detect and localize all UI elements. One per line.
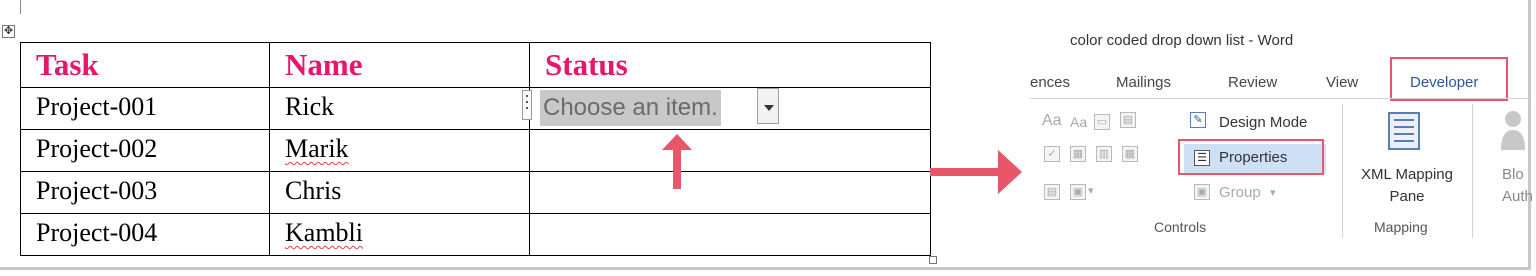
table-row: Project-002 Marik	[20, 129, 931, 172]
header-task: Task	[20, 42, 270, 88]
tab-mailings[interactable]: Mailings	[1116, 74, 1171, 91]
cell-name: Marik	[269, 129, 530, 172]
building-block-control-icon[interactable]: ▤	[1120, 112, 1136, 128]
combo-box-control-icon[interactable]: ▦	[1070, 146, 1086, 162]
dropdown-list-control-icon[interactable]: ▥	[1096, 146, 1112, 162]
ruler-mark	[20, 0, 21, 14]
block-authors-label-line1: Blo	[1502, 166, 1524, 183]
developer-tab-highlight	[1390, 57, 1508, 101]
xml-mapping-pane-button[interactable]: XML Mapping Pane	[1348, 164, 1466, 208]
design-mode-icon[interactable]: ✎	[1190, 112, 1206, 128]
controls-group-label: Controls	[1154, 219, 1207, 235]
tab-references[interactable]: ences	[1030, 74, 1070, 91]
tab-review[interactable]: Review	[1228, 74, 1277, 91]
plain-text-control-icon[interactable]: Aa	[1070, 114, 1087, 130]
cell-task: Project-002	[20, 129, 270, 172]
table-row: Project-004 Kambli	[20, 213, 931, 256]
repeating-section-icon[interactable]: ▣	[1070, 184, 1086, 200]
cell-status	[529, 129, 931, 172]
dropdown-placeholder[interactable]: Choose an item.	[540, 90, 721, 126]
xml-mapping-label-line1: XML Mapping	[1361, 166, 1453, 183]
misspelled-word: Kambli	[285, 218, 363, 247]
document-table: Task Name Status Project-001 Rick Choose…	[20, 42, 931, 256]
status-dropdown-control[interactable]: Choose an item.	[522, 88, 779, 126]
table-move-handle-icon[interactable]: ✥	[2, 25, 15, 38]
design-mode-button[interactable]: Design Mode	[1219, 114, 1307, 131]
header-name: Name	[269, 42, 530, 88]
cell-task: Project-004	[20, 213, 270, 256]
xml-mapping-label-line2: Pane	[1389, 188, 1425, 205]
annotation-right-arrow-icon	[930, 150, 1022, 194]
cell-status: Choose an item.	[522, 87, 931, 130]
tab-view[interactable]: View	[1326, 74, 1358, 91]
legacy-tools-chevron-down-icon[interactable]: ▾	[1088, 184, 1094, 197]
legacy-tools-icon[interactable]: ▤	[1044, 184, 1060, 200]
cell-name: Rick	[269, 87, 530, 130]
cell-name: Chris	[269, 171, 530, 214]
cell-status	[529, 213, 931, 256]
block-authors-button[interactable]: Blo Auth	[1502, 164, 1533, 208]
group-icon[interactable]: ▣	[1194, 184, 1210, 200]
table-row: Project-003 Chris	[20, 171, 931, 214]
dropdown-arrow-button[interactable]	[757, 88, 779, 124]
properties-highlight	[1178, 139, 1324, 175]
block-authors-person-icon[interactable]	[1500, 110, 1526, 150]
group-button[interactable]: Group	[1219, 184, 1261, 201]
table-resize-handle-icon[interactable]	[929, 256, 937, 264]
cell-task: Project-001	[20, 87, 270, 130]
cell-name: Kambli	[269, 213, 530, 256]
xml-mapping-icon[interactable]	[1388, 112, 1420, 150]
content-control-grip-icon[interactable]	[522, 90, 532, 120]
checkbox-control-icon[interactable]: ✓	[1044, 146, 1060, 162]
picture-control-icon[interactable]: ▭	[1094, 114, 1110, 130]
date-picker-control-icon[interactable]: ▦	[1122, 146, 1138, 162]
mapping-group-label: Mapping	[1374, 219, 1428, 235]
window-title: color coded drop down list - Word	[1070, 32, 1294, 49]
rich-text-control-icon[interactable]: Aa	[1042, 112, 1062, 130]
block-authors-label-line2: Auth	[1502, 188, 1533, 205]
group-separator	[1342, 104, 1343, 238]
word-ribbon: color coded drop down list - Word ences …	[1030, 0, 1533, 270]
annotation-up-arrow-icon	[662, 134, 692, 189]
table-row: Project-001 Rick Choose an item.	[20, 87, 931, 130]
group-separator	[1472, 104, 1473, 238]
group-chevron-down-icon[interactable]: ▾	[1270, 186, 1276, 199]
cell-task: Project-003	[20, 171, 270, 214]
table-header-row: Task Name Status	[20, 42, 931, 88]
cell-status	[529, 171, 931, 214]
header-status: Status	[529, 42, 931, 88]
misspelled-word: Marik	[285, 134, 349, 163]
